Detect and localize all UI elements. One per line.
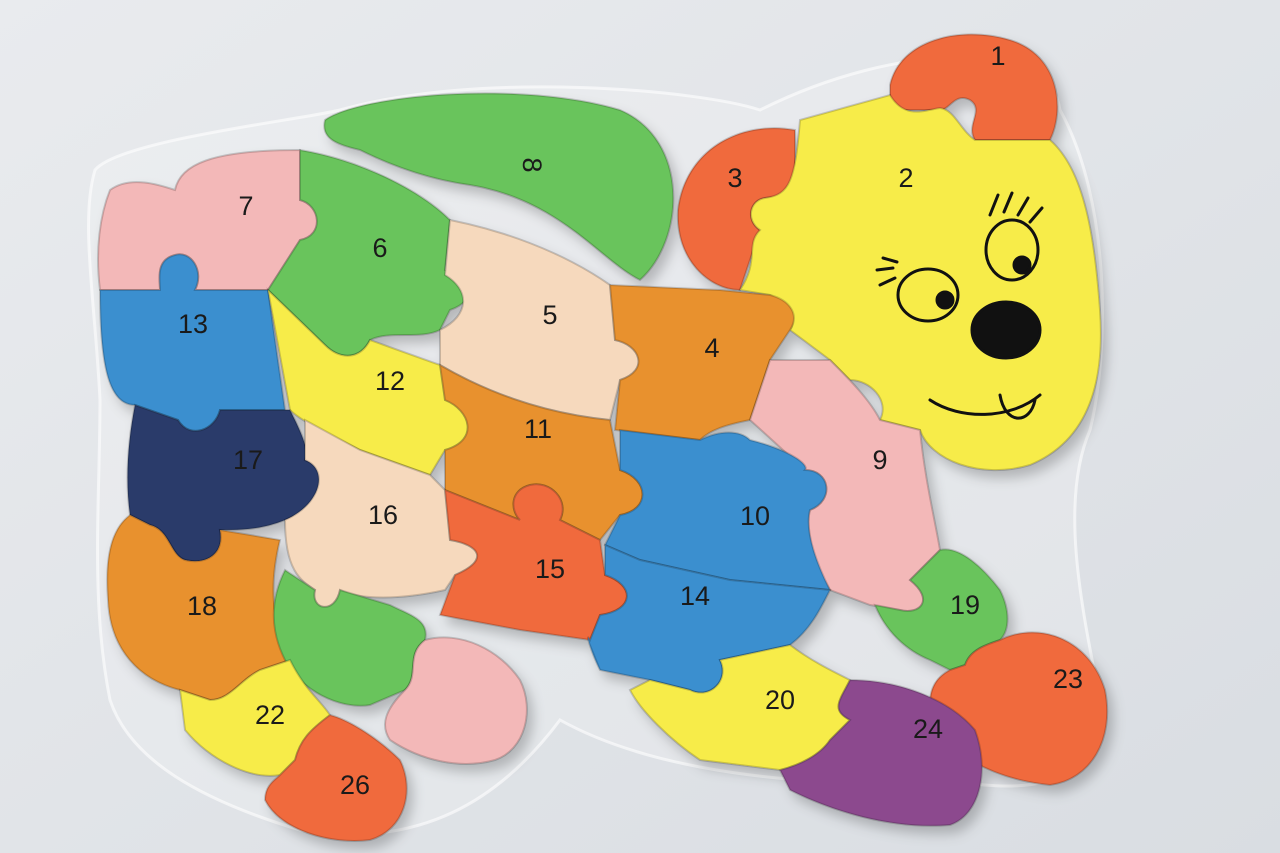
piece-number-13: 13 — [178, 309, 208, 339]
piece-number-11: 11 — [524, 414, 552, 444]
piece-number-15: 15 — [535, 554, 565, 584]
wooden-cat-puzzle-photo: 123456789101112131415161718 192022232426 — [0, 0, 1280, 853]
piece-number-9: 9 — [872, 445, 887, 475]
piece-number-8: 8 — [517, 157, 547, 172]
piece-number-23: 23 — [1053, 664, 1083, 694]
piece-number-12: 12 — [375, 366, 405, 396]
piece-number-16: 16 — [368, 500, 398, 530]
piece-number-22: 22 — [255, 700, 285, 730]
piece-number-20: 20 — [765, 685, 795, 715]
piece-number-19: 19 — [950, 590, 980, 620]
piece-number-10: 10 — [740, 501, 770, 531]
piece-number-7: 7 — [238, 191, 253, 221]
piece-number-1: 1 — [990, 41, 1005, 71]
piece-number-18: 18 — [187, 591, 217, 621]
piece-number-4: 4 — [704, 333, 719, 363]
piece-number-24: 24 — [913, 714, 943, 744]
piece-number-2: 2 — [898, 163, 913, 193]
piece-number-3: 3 — [727, 163, 742, 193]
piece-number-17: 17 — [233, 445, 263, 475]
piece-number-6: 6 — [372, 233, 387, 263]
piece-number-5: 5 — [542, 300, 557, 330]
piece-number-26: 26 — [340, 770, 370, 800]
piece-number-14: 14 — [680, 581, 710, 611]
